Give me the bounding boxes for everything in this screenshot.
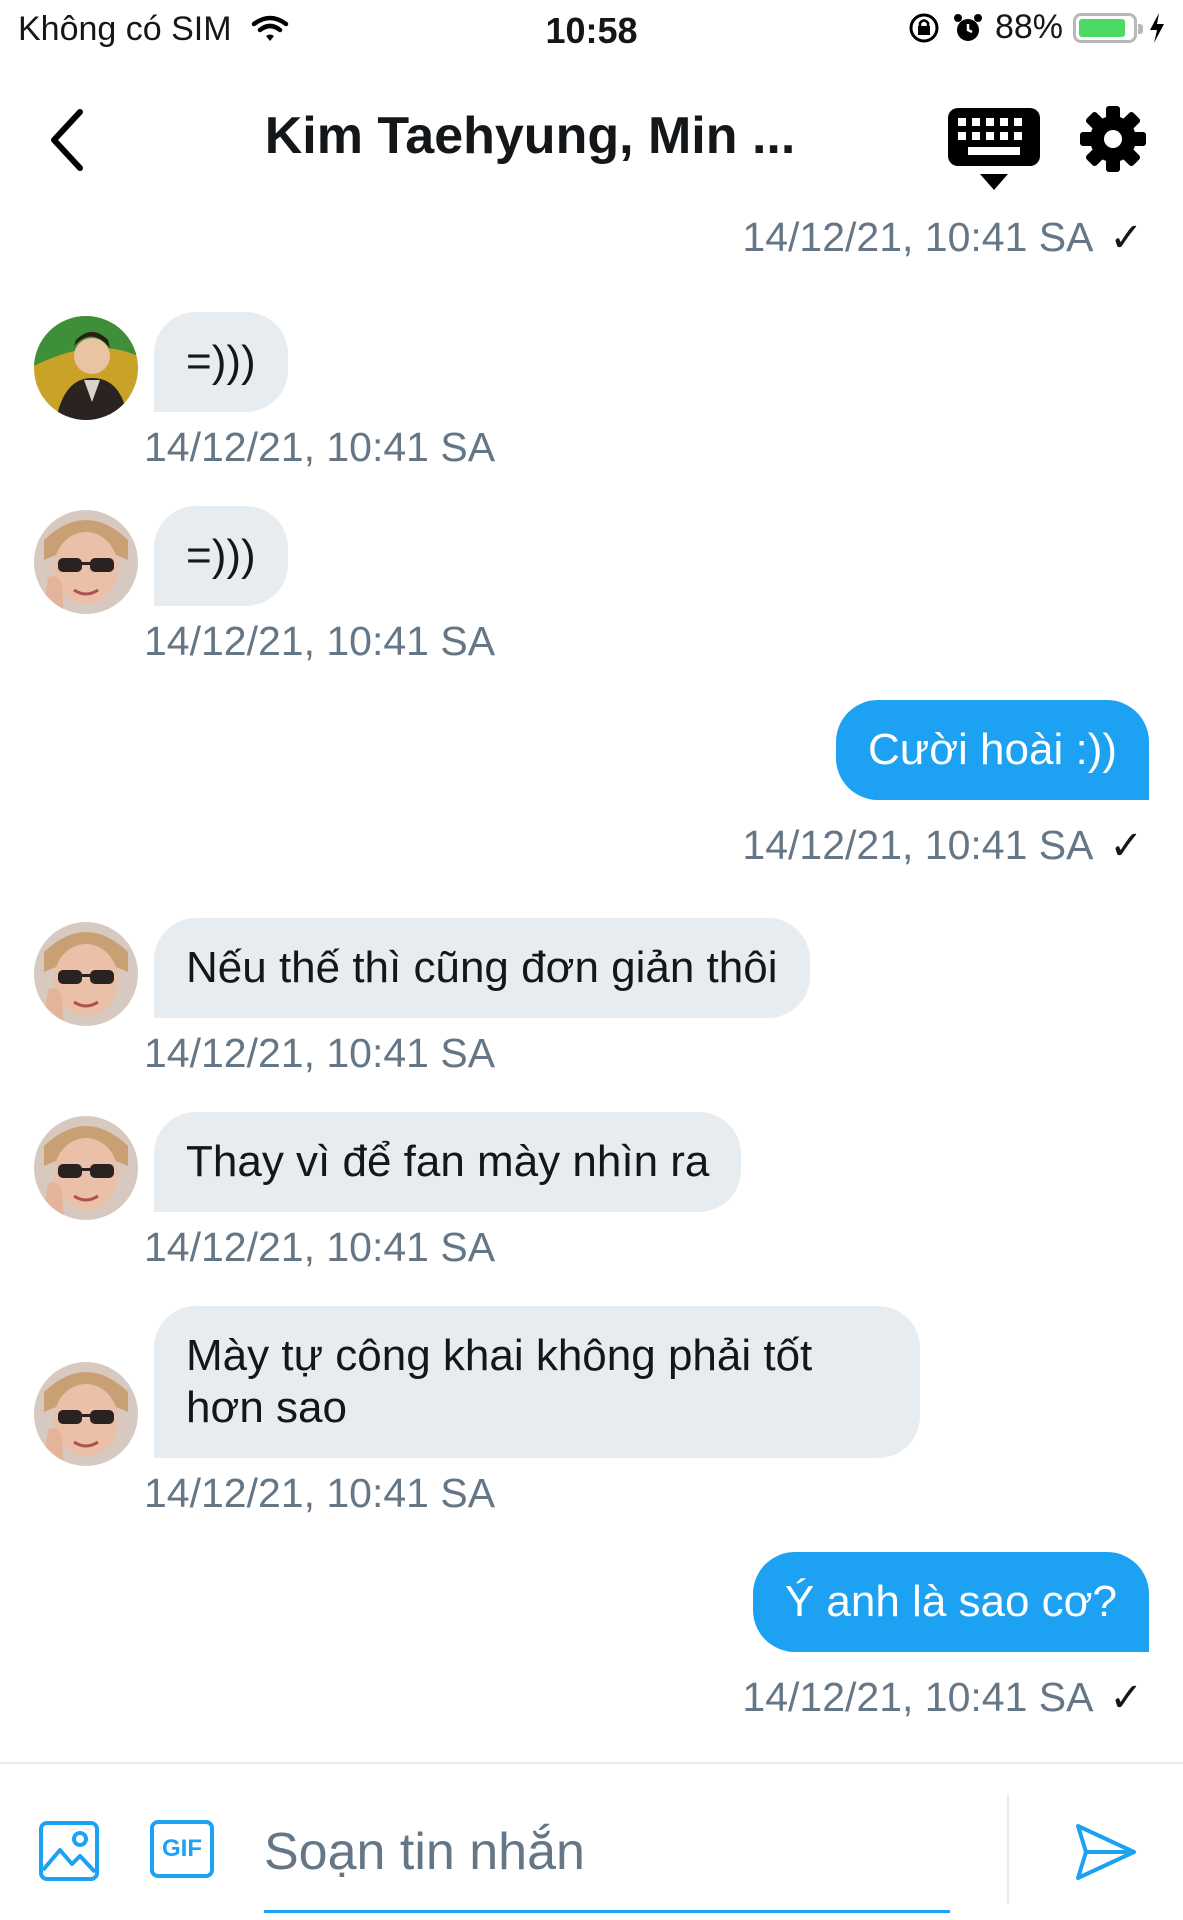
message-bubble[interactable]: Thay vì để fan mày nhìn ra xyxy=(154,1112,742,1212)
gif-button[interactable]: GIF xyxy=(150,1820,214,1878)
conversation-title[interactable]: Kim Taehyung, Min ... xyxy=(180,106,880,166)
message-bubble[interactable]: =))) xyxy=(154,312,288,412)
message-timestamp: 14/12/21, 10:41 SA xyxy=(144,1030,496,1076)
keyboard-icon[interactable] xyxy=(946,106,1042,202)
message-bubble[interactable]: Mày tự công khai không phải tốt hơn sao xyxy=(154,1306,920,1458)
battery-fill xyxy=(1079,18,1125,37)
message-timestamp: 14/12/21, 10:41 SA xyxy=(144,1224,496,1270)
status-bar: Không có SIM 10:58 88% xyxy=(0,0,1183,62)
alarm-icon xyxy=(953,13,982,41)
message-bubble[interactable]: Cười hoài :)) xyxy=(835,700,1149,800)
message-timestamp: 14/12/21, 10:41 SA ✓ xyxy=(742,1674,1143,1720)
orientation-lock-icon xyxy=(909,13,939,42)
read-check-icon: ✓ xyxy=(1109,823,1143,868)
message-bubble[interactable]: Ý anh là sao cơ? xyxy=(752,1552,1149,1652)
message-timestamp: 14/12/21, 10:41 SA xyxy=(144,424,496,470)
avatar[interactable] xyxy=(34,316,138,420)
read-check-icon: ✓ xyxy=(1109,215,1143,260)
back-chevron-icon[interactable] xyxy=(40,102,96,178)
avatar[interactable] xyxy=(34,1116,138,1220)
send-icon[interactable] xyxy=(1072,1818,1140,1886)
gear-icon[interactable] xyxy=(1080,106,1146,172)
avatar[interactable] xyxy=(34,510,138,614)
avatar[interactable] xyxy=(34,1362,138,1466)
message-bubble[interactable]: Nếu thế thì cũng đơn giản thôi xyxy=(154,918,810,1018)
image-icon[interactable] xyxy=(38,1820,100,1882)
message-bubble[interactable]: =))) xyxy=(154,506,288,606)
conversation-header: Kim Taehyung, Min ... xyxy=(0,72,1183,208)
input-underline xyxy=(264,1910,950,1913)
message-timestamp: 14/12/21, 10:41 SA ✓ xyxy=(742,822,1143,868)
message-timestamp: 14/12/21, 10:41 SA xyxy=(144,618,496,664)
message-timestamp: 14/12/21, 10:41 SA ✓ xyxy=(742,214,1143,260)
composer-separator xyxy=(1007,1794,1009,1904)
avatar-2-image xyxy=(34,922,138,1026)
avatar-2-image xyxy=(34,510,138,614)
read-check-icon: ✓ xyxy=(1109,1675,1143,1720)
charging-bolt-icon xyxy=(1150,12,1164,43)
message-input[interactable] xyxy=(264,1808,944,1896)
battery-percent: 88% xyxy=(994,8,1063,46)
avatar-2-image xyxy=(34,1116,138,1220)
message-timestamp: 14/12/21, 10:41 SA xyxy=(144,1470,496,1516)
message-list: 14/12/21, 10:41 SA ✓ =))) 14/12/21, 10:4… xyxy=(0,208,1183,1758)
message-composer: GIF xyxy=(0,1764,1183,1920)
avatar[interactable] xyxy=(34,922,138,1026)
avatar-2-image xyxy=(34,1362,138,1466)
status-right: 88% xyxy=(907,8,1167,47)
avatar-1-image xyxy=(34,316,138,420)
battery-icon xyxy=(1073,12,1143,43)
